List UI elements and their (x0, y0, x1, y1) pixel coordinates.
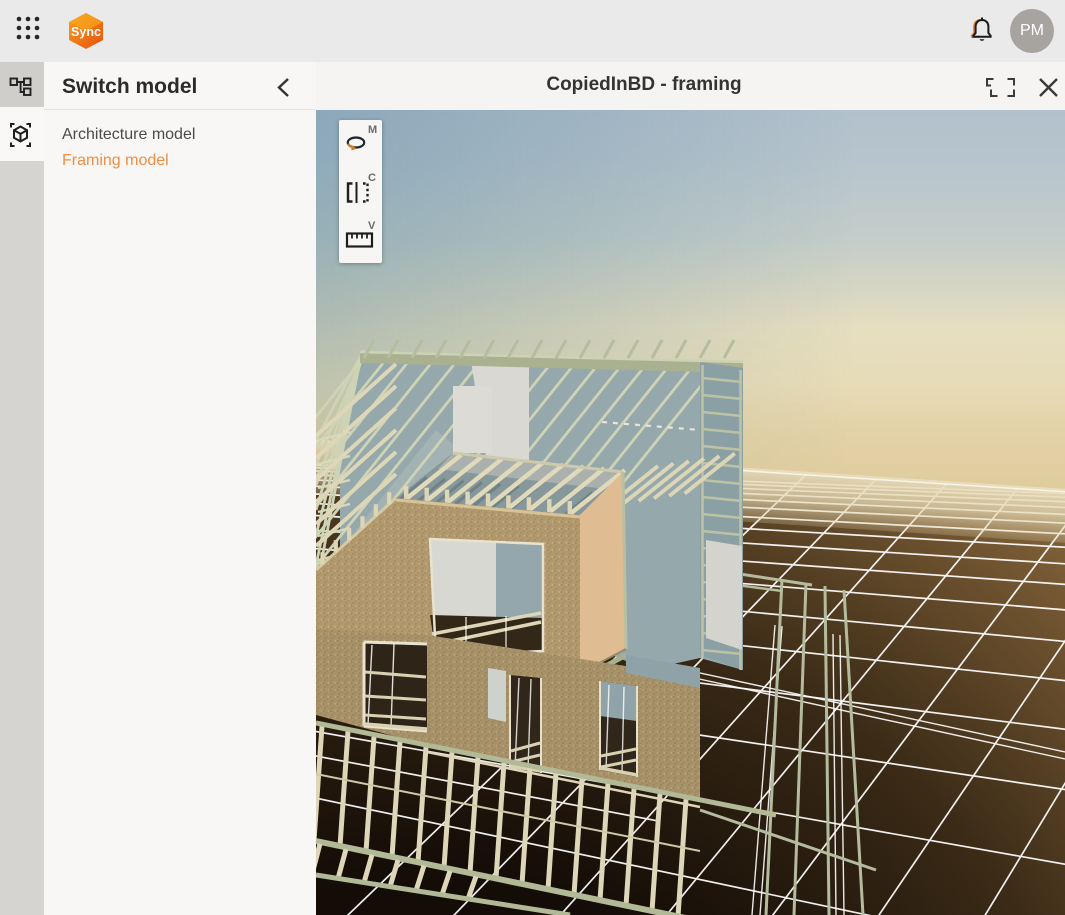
svg-text:Sync: Sync (71, 25, 101, 39)
